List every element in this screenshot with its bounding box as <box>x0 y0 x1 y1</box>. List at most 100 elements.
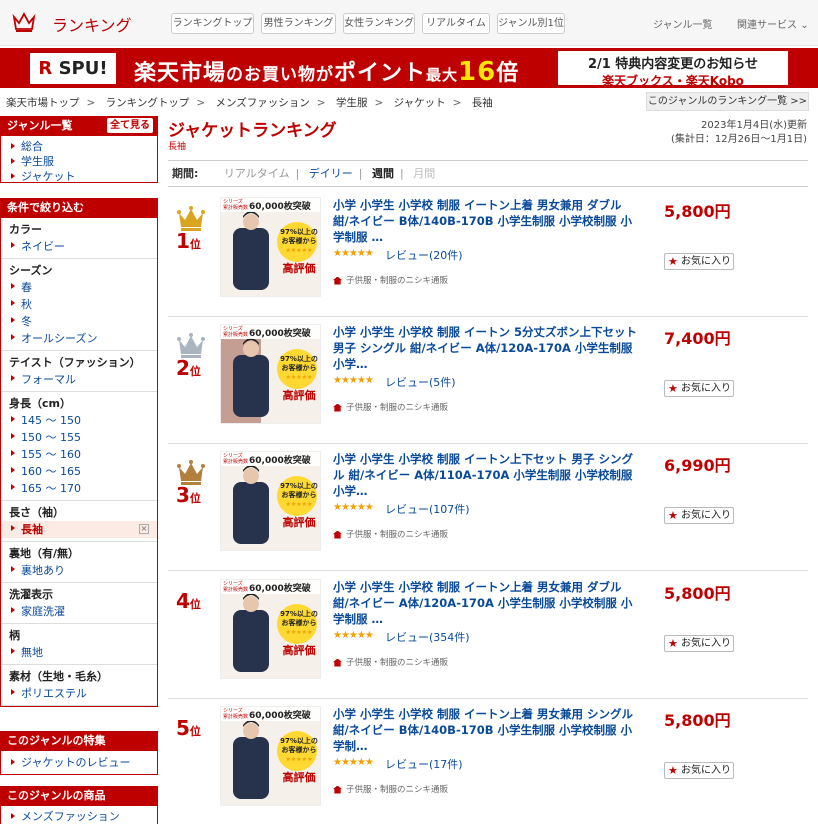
genre-item-school-uniform[interactable]: 学生服 <box>1 154 157 169</box>
filter-group-title: カラー <box>9 223 42 236</box>
favorite-button[interactable]: ★ お気に入り <box>664 635 734 652</box>
crumb-long-sleeve[interactable]: 長袖 <box>472 97 493 109</box>
product-name-link[interactable]: 小学 小学生 小学校 制服 イートン上着 男女兼用 シングル 紺/ネイビー B体… <box>333 706 638 754</box>
product-thumbnail[interactable]: シリーズ 累計販売数 60,000枚突破 97%以上の お客様から ★★★★★ 高評価 <box>220 197 321 297</box>
feature-item-jacket-review[interactable]: ジャケットのレビュー <box>1 755 157 770</box>
thumb-high-rating: 高評価 <box>282 644 316 657</box>
nav-realtime[interactable]: リアルタイム <box>422 13 490 34</box>
filter-option[interactable]: フォーマル <box>1 371 157 388</box>
product-name-link[interactable]: 小学 小学生 小学校 制服 イートン上着 男女兼用 ダブル 紺/ネイビー A体/… <box>333 579 638 627</box>
related-services-link[interactable]: 関連サービス ⌄ <box>737 16 809 31</box>
thumb-badge: シリーズ 累計販売数 <box>223 581 249 593</box>
rank-number: 3位 <box>176 483 201 507</box>
product-name-link[interactable]: 小学 小学生 小学校 制服 イートン上下セット 男子 シングル 紺/ネイビー A… <box>333 451 638 499</box>
thumb-rating-text: 97%以上の お客様から ★★★★★ <box>280 737 318 763</box>
filter-option[interactable]: 155 ～ 160 <box>1 446 157 463</box>
filter-option[interactable]: 秋 <box>1 296 157 313</box>
filter-option[interactable]: 160 ～ 165 <box>1 463 157 480</box>
shop-link[interactable]: 子供服・制服のニシキ通販 <box>333 274 448 286</box>
filter-option[interactable]: 145 ～ 150 <box>1 412 157 429</box>
filter-option[interactable]: ネイビー <box>1 238 157 255</box>
shop-link[interactable]: 子供服・制服のニシキ通販 <box>333 528 448 540</box>
genre-list-box: ジャンル一覧 全て見る 総合 学生服 ジャケット <box>0 116 158 183</box>
review-stars-icon: ★★★★★ <box>333 502 374 513</box>
nav-genre-first[interactable]: ジャンル別1位 <box>497 13 565 34</box>
thumb-rating-text: 97%以上の お客様から ★★★★★ <box>280 482 318 508</box>
product-thumbnail[interactable]: シリーズ 累計販売数 60,000枚突破 97%以上の お客様から ★★★★★ 高評価 <box>220 706 321 806</box>
filter-option[interactable]: 150 ～ 155 <box>1 429 157 446</box>
filter-option[interactable]: 長袖 × <box>1 521 157 538</box>
clear-filter-icon[interactable]: × <box>139 524 149 534</box>
filter-option[interactable]: ポリエステル <box>1 685 157 702</box>
thumb-high-rating: 高評価 <box>282 262 316 275</box>
review-count-link[interactable]: レビュー(17件) <box>385 756 463 772</box>
crown-logo-icon[interactable] <box>12 10 36 34</box>
crumb-ranking-top[interactable]: ランキングトップ <box>106 97 190 109</box>
review-count-link[interactable]: レビュー(5件) <box>385 374 456 390</box>
ranking-logo-text[interactable]: ランキング <box>52 12 132 36</box>
shop-name: 子供服・制服のニシキ通販 <box>346 276 449 286</box>
period-realtime[interactable]: リアルタイム <box>224 167 290 180</box>
filter-group-title: シーズン <box>9 264 53 277</box>
filter-option[interactable]: 家庭洗濯 <box>1 603 157 620</box>
shop-link[interactable]: 子供服・制服のニシキ通販 <box>333 401 448 413</box>
update-info: 2023年1月4日(水)更新 (集計日：12月26日～1月1日) <box>640 119 807 147</box>
review-count-link[interactable]: レビュー(354件) <box>385 629 470 645</box>
rank-number: 1位 <box>176 229 201 253</box>
crumb-school-uniform[interactable]: 学生服 <box>336 97 368 109</box>
product-thumbnail[interactable]: シリーズ 累計販売数 60,000枚突破 97%以上の お客様から ★★★★★ 高評価 <box>220 451 321 551</box>
crumb-mens-fashion[interactable]: メンズファッション <box>216 97 310 109</box>
shop-link[interactable]: 子供服・制服のニシキ通販 <box>333 783 448 795</box>
favorite-label: お気に入り <box>681 256 731 267</box>
spu-banner[interactable]: R SPU! 楽天市場のお買い物がポイント最大16倍 2/1 特典内容変更のお知… <box>0 48 818 88</box>
shop-link[interactable]: 子供服・制服のニシキ通販 <box>333 656 448 668</box>
see-all-button[interactable]: 全て見る <box>107 118 153 133</box>
filter-option[interactable]: 裏地あり <box>1 562 157 579</box>
favorite-label: お気に入り <box>681 638 731 649</box>
ranking-item: 1位 シリーズ 累計販売数 60,000枚突破 97%以上の お客様から ★★★★★ … <box>168 189 808 317</box>
period-weekly[interactable]: 週間 <box>372 167 394 180</box>
product-name-link[interactable]: 小学 小学生 小学校 制服 イートン 5分丈ズボン上下セット 男子 シングル 紺… <box>333 324 638 372</box>
breadcrumb: 楽天市場トップ > ランキングトップ > メンズファッション > 学生服 > ジャケット… <box>6 97 493 109</box>
filter-option[interactable]: 冬 <box>1 313 157 330</box>
period-daily[interactable]: デイリー <box>309 167 353 180</box>
products-item-mens-fashion[interactable]: メンズファッション <box>1 809 157 824</box>
nav-ranking-top[interactable]: ランキングトップ <box>171 13 254 34</box>
crumb-jacket[interactable]: ジャケット <box>394 97 446 109</box>
product-thumbnail[interactable]: シリーズ 累計販売数 60,000枚突破 97%以上の お客様から ★★★★★ 高評価 <box>220 579 321 679</box>
favorite-button[interactable]: ★ お気に入り <box>664 762 734 779</box>
genre-list-link[interactable]: ジャンル一覧 <box>653 16 713 31</box>
crumb-rakuten-top[interactable]: 楽天市場トップ <box>6 97 80 109</box>
thumb-high-rating: 高評価 <box>282 516 316 529</box>
banner-headline: 楽天市場のお買い物がポイント最大16倍 <box>134 57 520 87</box>
notice-title: 2/1 特典内容変更のお知らせ <box>587 57 759 72</box>
product-thumbnail[interactable]: シリーズ 累計販売数 60,000枚突破 97%以上の お客様から ★★★★★ 高評価 <box>220 324 321 424</box>
favorite-button[interactable]: ★ お気に入り <box>664 507 734 524</box>
genre-ranking-list-button[interactable]: このジャンルのランキング一覧 >> <box>646 92 809 111</box>
filter-option[interactable]: 165 ～ 170 <box>1 480 157 497</box>
thumb-badge: シリーズ 累計販売数 <box>223 453 249 465</box>
genre-item-overall[interactable]: 総合 <box>1 139 157 154</box>
genre-item-jacket[interactable]: ジャケット <box>1 169 157 184</box>
filter-group: 長さ（袖） 長袖 × <box>1 501 157 542</box>
favorite-button[interactable]: ★ お気に入り <box>664 253 734 270</box>
shop-name: 子供服・制服のニシキ通販 <box>346 530 449 540</box>
nav-men-ranking[interactable]: 男性ランキング <box>261 13 336 34</box>
filter-option[interactable]: オールシーズン <box>1 330 157 347</box>
filter-group-title: 裏地（有/無） <box>9 547 80 560</box>
filter-option[interactable]: 無地 <box>1 644 157 661</box>
aggregation-period: (集計日：12月26日～1月1日) <box>671 134 807 145</box>
filter-group: カラーネイビー <box>1 218 157 259</box>
nav-women-ranking[interactable]: 女性ランキング <box>343 13 415 34</box>
product-name-link[interactable]: 小学 小学生 小学校 制服 イートン上着 男女兼用 ダブル 紺/ネイビー B体/… <box>333 197 638 245</box>
favorite-button[interactable]: ★ お気に入り <box>664 380 734 397</box>
filter-option[interactable]: 春 <box>1 279 157 296</box>
thumb-sales: 60,000枚突破 <box>249 329 311 339</box>
filter-group-title: テイスト（ファッション） <box>9 356 141 369</box>
review-count-link[interactable]: レビュー(107件) <box>385 501 470 517</box>
thumb-rating-text: 97%以上の お客様から ★★★★★ <box>280 610 318 636</box>
period-label: 期間: <box>172 167 199 180</box>
thumb-high-rating: 高評価 <box>282 389 316 402</box>
review-count-link[interactable]: レビュー(20件) <box>385 247 463 263</box>
banner-notice[interactable]: 2/1 特典内容変更のお知らせ 楽天ブックス・楽天Kobo <box>558 51 788 88</box>
